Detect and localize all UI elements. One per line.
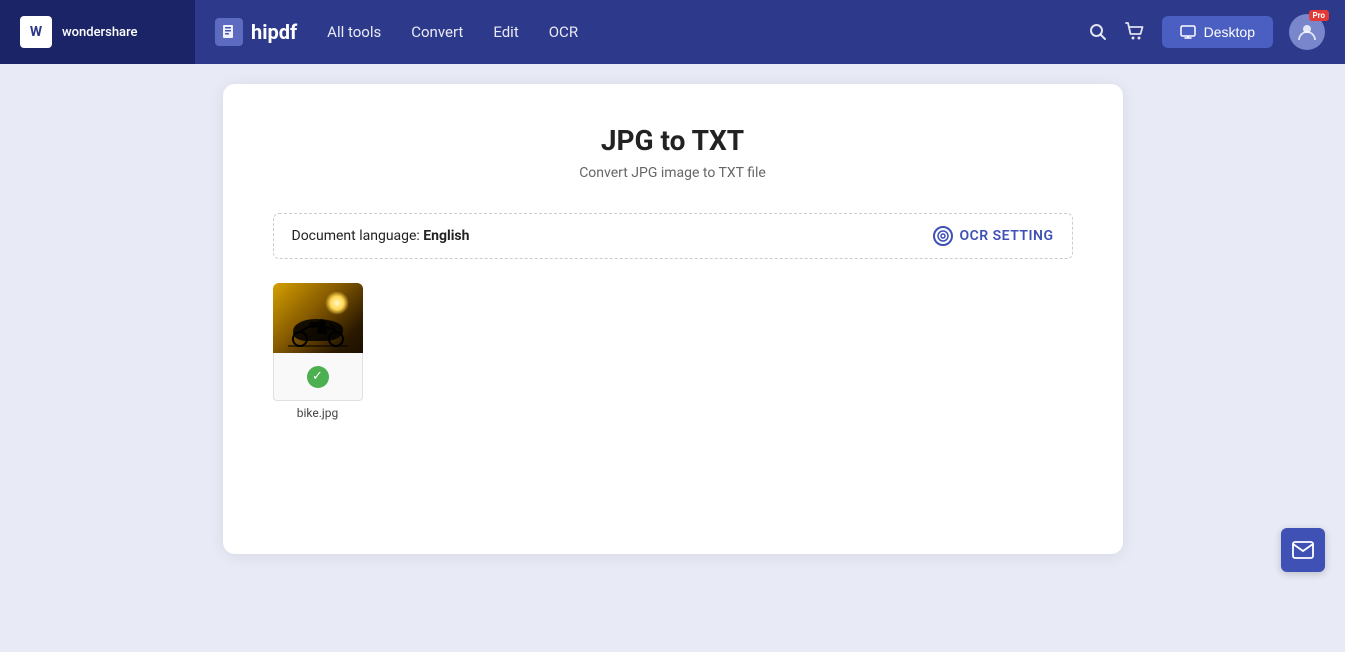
file-thumbnail [273,283,363,353]
wondershare-brand[interactable]: W wondershare [20,16,138,48]
file-name-label: bike.jpg [273,406,363,420]
ocr-setting-icon [933,226,953,246]
file-info-box: ✓ [273,353,363,401]
nav-all-tools[interactable]: All tools [327,18,381,46]
file-card[interactable]: ✓ bike.jpg [273,283,363,420]
pro-badge: Pro [1309,10,1329,21]
file-preview-image [273,283,363,353]
user-avatar-button[interactable]: Pro [1289,14,1325,50]
navbar-actions: Desktop Pro [1088,14,1325,50]
language-label-prefix: Document language: [292,228,424,244]
nav-links: All tools Convert Edit OCR [327,18,578,46]
language-value: English [423,228,469,244]
main-card: JPG to TXT Convert JPG image to TXT file… [223,84,1123,554]
ocr-setting-label: OCR SETTING [959,228,1053,244]
page-subtitle: Convert JPG image to TXT file [273,165,1073,181]
nav-edit[interactable]: Edit [493,18,518,46]
main-content: JPG to TXT Convert JPG image to TXT file… [0,64,1345,574]
nav-convert[interactable]: Convert [411,18,463,46]
file-area: ✓ bike.jpg [273,283,1073,420]
desktop-btn-label: Desktop [1204,24,1255,40]
language-bar: Document language: English OCR SETTING [273,213,1073,259]
language-label: Document language: English [292,228,470,244]
file-success-icon: ✓ [307,366,329,388]
page-title: JPG to TXT [273,124,1073,157]
wondershare-label: wondershare [62,25,138,40]
cart-button[interactable] [1124,21,1146,43]
ocr-setting-button[interactable]: OCR SETTING [933,226,1053,246]
hipdf-label: hipdf [251,20,297,44]
hipdf-brand[interactable]: hipdf [215,18,297,46]
brand-area: W wondershare [0,0,195,64]
search-button[interactable] [1088,22,1108,42]
sun-glow-decoration [325,291,349,315]
navbar: W wondershare hipdf All tools Convert Ed… [0,0,1345,64]
ws-logo-icon: W [20,16,52,48]
nav-ocr[interactable]: OCR [549,18,578,46]
hipdf-icon [215,18,243,46]
desktop-button[interactable]: Desktop [1162,16,1273,48]
